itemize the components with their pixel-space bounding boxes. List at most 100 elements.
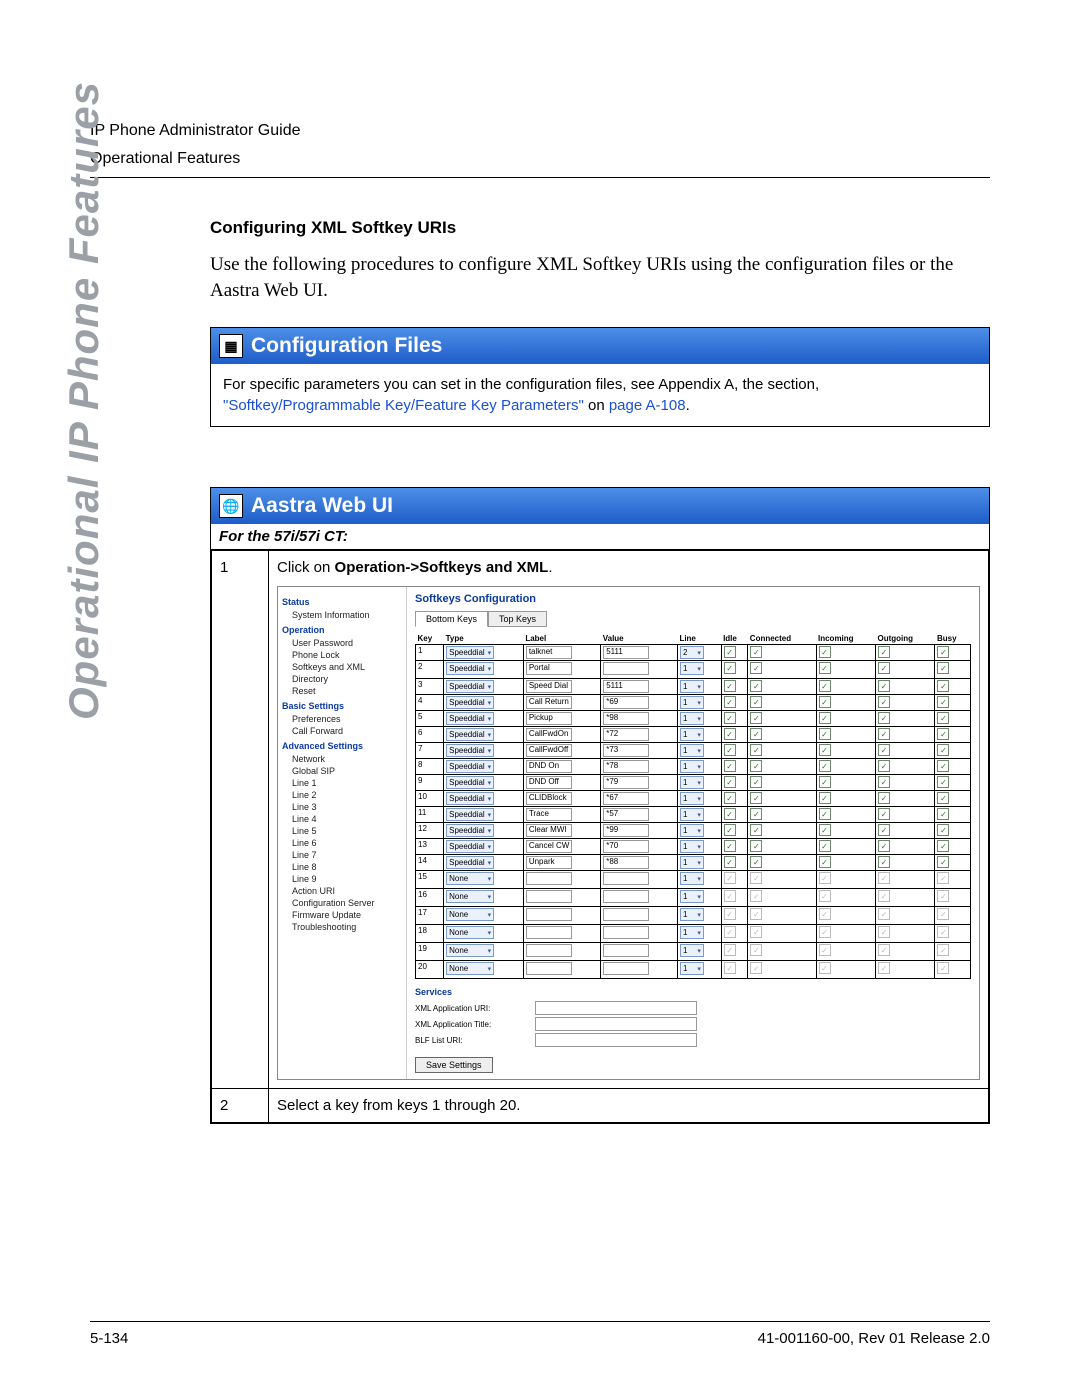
- label-input[interactable]: CallFwdOn: [526, 728, 572, 741]
- checkbox[interactable]: ✓: [750, 712, 762, 724]
- label-input[interactable]: Clear MWI: [526, 824, 572, 837]
- checkbox[interactable]: ✓: [750, 728, 762, 740]
- service-input[interactable]: [535, 1001, 697, 1015]
- checkbox[interactable]: ✓: [878, 856, 890, 868]
- line-select[interactable]: 1▾: [680, 808, 704, 821]
- checkbox[interactable]: ✓: [724, 824, 736, 836]
- checkbox[interactable]: ✓: [819, 696, 831, 708]
- nav-item[interactable]: Firmware Update: [282, 909, 402, 921]
- checkbox[interactable]: ✓: [819, 792, 831, 804]
- nav-item[interactable]: Line 2: [282, 789, 402, 801]
- type-select[interactable]: None▾: [446, 890, 494, 903]
- type-select[interactable]: None▾: [446, 872, 494, 885]
- value-input[interactable]: *73: [603, 744, 649, 757]
- checkbox[interactable]: ✓: [937, 728, 949, 740]
- label-input[interactable]: Portal: [526, 662, 572, 675]
- nav-item[interactable]: Call Forward: [282, 725, 402, 737]
- line-select[interactable]: 1▾: [680, 872, 704, 885]
- type-select[interactable]: Speeddial▾: [446, 840, 494, 853]
- checkbox[interactable]: ✓: [878, 712, 890, 724]
- checkbox[interactable]: ✓: [878, 680, 890, 692]
- checkbox[interactable]: ✓: [937, 646, 949, 658]
- checkbox[interactable]: ✓: [750, 808, 762, 820]
- value-input[interactable]: *57: [603, 808, 649, 821]
- checkbox[interactable]: ✓: [750, 840, 762, 852]
- checkbox[interactable]: ✓: [937, 856, 949, 868]
- value-input[interactable]: *69: [603, 696, 649, 709]
- value-input[interactable]: [603, 962, 649, 975]
- type-select[interactable]: None▾: [446, 926, 494, 939]
- label-input[interactable]: Cancel CW: [526, 840, 572, 853]
- line-select[interactable]: 1▾: [680, 662, 704, 675]
- checkbox[interactable]: ✓: [724, 662, 736, 674]
- nav-item[interactable]: Preferences: [282, 713, 402, 725]
- checkbox[interactable]: ✓: [819, 808, 831, 820]
- nav-item[interactable]: Troubleshooting: [282, 921, 402, 933]
- checkbox[interactable]: ✓: [819, 712, 831, 724]
- value-input[interactable]: *98: [603, 712, 649, 725]
- label-input[interactable]: CallFwdOff: [526, 744, 572, 757]
- checkbox[interactable]: ✓: [750, 792, 762, 804]
- type-select[interactable]: Speeddial▾: [446, 776, 494, 789]
- type-select[interactable]: Speeddial▾: [446, 792, 494, 805]
- value-input[interactable]: *72: [603, 728, 649, 741]
- value-input[interactable]: *70: [603, 840, 649, 853]
- line-select[interactable]: 1▾: [680, 792, 704, 805]
- label-input[interactable]: DND On: [526, 760, 572, 773]
- nav-item[interactable]: Line 7: [282, 849, 402, 861]
- value-input[interactable]: [603, 890, 649, 903]
- line-select[interactable]: 1▾: [680, 856, 704, 869]
- type-select[interactable]: Speeddial▾: [446, 712, 494, 725]
- checkbox[interactable]: ✓: [724, 792, 736, 804]
- nav-item[interactable]: Action URI: [282, 885, 402, 897]
- label-input[interactable]: [526, 926, 572, 939]
- checkbox[interactable]: ✓: [819, 680, 831, 692]
- checkbox[interactable]: ✓: [937, 824, 949, 836]
- value-input[interactable]: 5111: [603, 680, 649, 693]
- value-input[interactable]: *99: [603, 824, 649, 837]
- line-select[interactable]: 2▾: [680, 646, 704, 659]
- value-input[interactable]: [603, 944, 649, 957]
- checkbox[interactable]: ✓: [819, 776, 831, 788]
- checkbox[interactable]: ✓: [878, 776, 890, 788]
- checkbox[interactable]: ✓: [750, 856, 762, 868]
- line-select[interactable]: 1▾: [680, 696, 704, 709]
- line-select[interactable]: 1▾: [680, 926, 704, 939]
- label-input[interactable]: [526, 962, 572, 975]
- nav-item[interactable]: Line 5: [282, 825, 402, 837]
- checkbox[interactable]: ✓: [724, 776, 736, 788]
- page-link[interactable]: page A-108: [609, 397, 686, 414]
- checkbox[interactable]: ✓: [724, 760, 736, 772]
- checkbox[interactable]: ✓: [878, 840, 890, 852]
- nav-item[interactable]: Line 9: [282, 873, 402, 885]
- tab-top-keys[interactable]: Top Keys: [488, 611, 547, 627]
- checkbox[interactable]: ✓: [819, 760, 831, 772]
- line-select[interactable]: 1▾: [680, 680, 704, 693]
- checkbox[interactable]: ✓: [937, 712, 949, 724]
- label-input[interactable]: [526, 872, 572, 885]
- checkbox[interactable]: ✓: [724, 840, 736, 852]
- checkbox[interactable]: ✓: [750, 680, 762, 692]
- checkbox[interactable]: ✓: [937, 792, 949, 804]
- checkbox[interactable]: ✓: [937, 776, 949, 788]
- value-input[interactable]: [603, 662, 649, 675]
- checkbox[interactable]: ✓: [878, 792, 890, 804]
- value-input[interactable]: [603, 926, 649, 939]
- line-select[interactable]: 1▾: [680, 744, 704, 757]
- checkbox[interactable]: ✓: [724, 696, 736, 708]
- type-select[interactable]: Speeddial▾: [446, 696, 494, 709]
- line-select[interactable]: 1▾: [680, 712, 704, 725]
- type-select[interactable]: Speeddial▾: [446, 856, 494, 869]
- label-input[interactable]: DND Off: [526, 776, 572, 789]
- checkbox[interactable]: ✓: [937, 744, 949, 756]
- label-input[interactable]: Speed Dial: [526, 680, 572, 693]
- checkbox[interactable]: ✓: [937, 662, 949, 674]
- checkbox[interactable]: ✓: [819, 840, 831, 852]
- appendix-link[interactable]: "Softkey/Programmable Key/Feature Key Pa…: [223, 397, 584, 414]
- type-select[interactable]: Speeddial▾: [446, 808, 494, 821]
- nav-item[interactable]: Line 8: [282, 861, 402, 873]
- value-input[interactable]: *88: [603, 856, 649, 869]
- nav-item[interactable]: Global SIP: [282, 765, 402, 777]
- checkbox[interactable]: ✓: [878, 646, 890, 658]
- checkbox[interactable]: ✓: [878, 662, 890, 674]
